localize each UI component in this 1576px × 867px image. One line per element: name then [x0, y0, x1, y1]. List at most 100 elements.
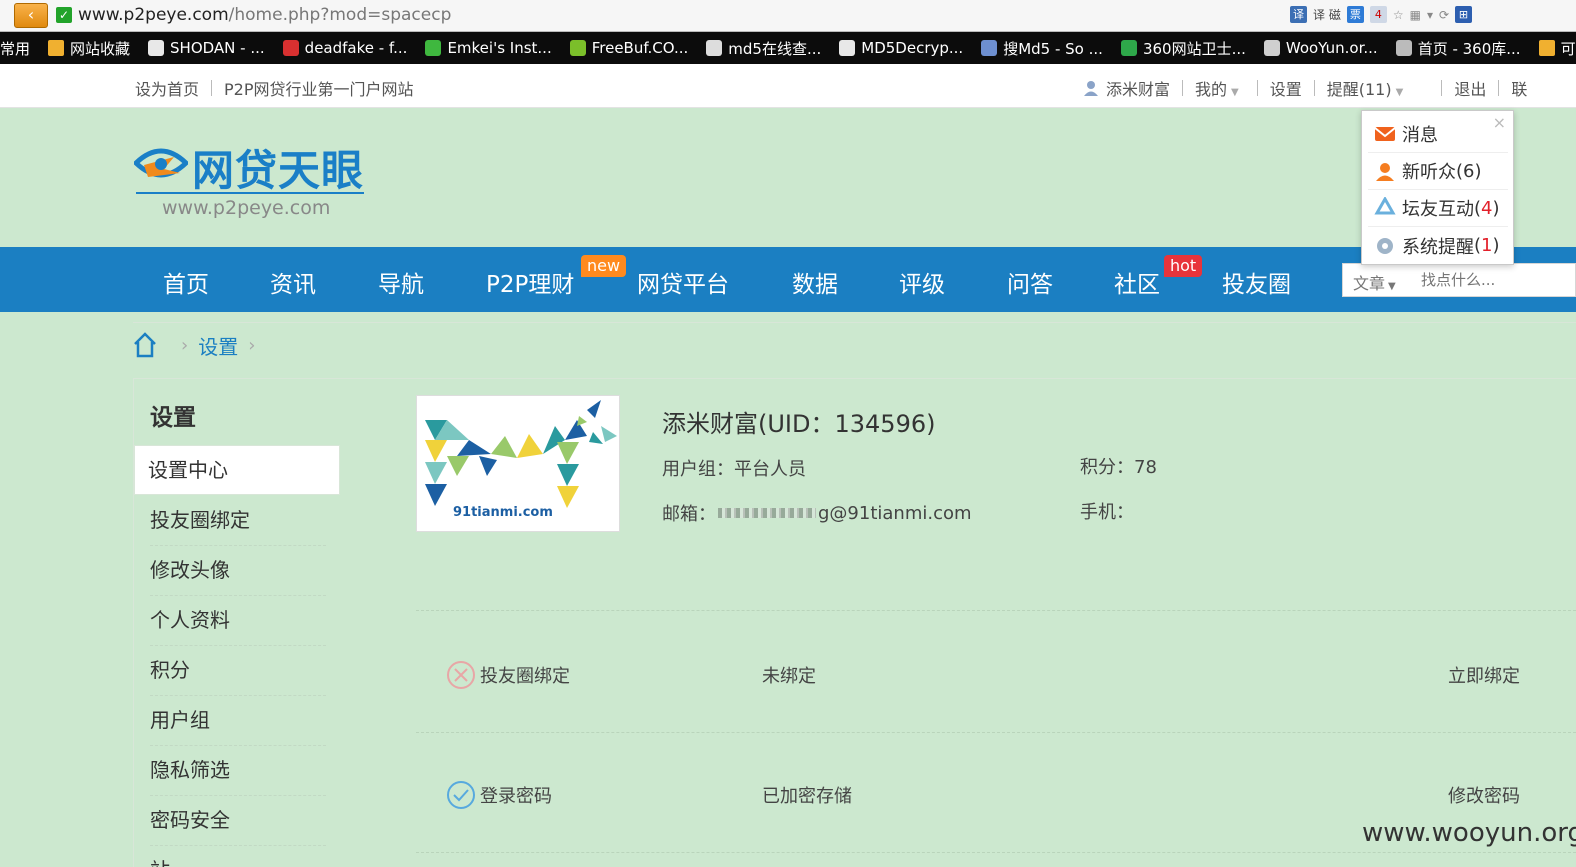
app-icon[interactable]: 票 [1346, 6, 1364, 23]
check-circle-icon [447, 781, 475, 809]
set-home-link[interactable]: 设为首页 [135, 76, 199, 100]
hot-badge: hot [1164, 255, 1203, 277]
mail-icon [1374, 127, 1396, 141]
window-icon[interactable]: 4 [1369, 6, 1387, 23]
bookmark-item[interactable]: WooYun.or... [1263, 39, 1378, 57]
sidebar-item-more[interactable]: 站... [150, 846, 326, 867]
bookmark-label: deadfake - f... [304, 39, 408, 57]
sidebar-item-points[interactable]: 积分 [150, 646, 326, 696]
reminders-menu[interactable]: 提醒(11) ▼ [1327, 76, 1404, 100]
nav-qa[interactable]: 问答 [1007, 265, 1053, 299]
watermark: www.wooyun.org [1362, 818, 1576, 848]
main-nav: 首页 资讯 导航 P2P理财 new 网贷平台 数据 评级 问答 社区 hot … [0, 247, 1576, 312]
url-domain: www.p2peye.com [78, 5, 229, 25]
sidebar-item-avatar[interactable]: 修改头像 [150, 546, 326, 596]
bookmark-label: 360网站卫士... [1142, 39, 1246, 58]
gear-icon [1377, 237, 1393, 254]
bookmark-item[interactable]: Emkei's Inst... [425, 39, 552, 57]
star-icon[interactable]: ☆ [1393, 8, 1404, 22]
system-count: 1 [1481, 235, 1493, 256]
nav-data[interactable]: 数据 [792, 265, 838, 299]
breadcrumb-settings[interactable]: 设置 [198, 331, 238, 360]
bind-now-link[interactable]: 立即绑定 [1448, 662, 1520, 688]
secure-check-icon: ✓ [56, 7, 72, 23]
avatar[interactable]: 91tianmi.com [416, 395, 620, 532]
dropdown-system[interactable]: 系统提醒(1) [1368, 227, 1508, 264]
logo-underline [136, 192, 364, 194]
bookmark-item[interactable]: 可提交 [1538, 38, 1576, 59]
nav-community[interactable]: 社区 [1114, 265, 1160, 299]
bookmark-item[interactable]: md5在线查... [706, 38, 821, 59]
bookmarks-bar: 常用 网站收藏 SHODAN - ... deadfake - f... Emkei's… [0, 32, 1576, 64]
email-label: 邮箱： [662, 504, 716, 525]
settings-sidebar: 设置 设置中心 投友圈绑定 修改头像 个人资料 积分 用户组 隐私筛选 密码安全… [133, 378, 341, 867]
divider [1182, 80, 1184, 96]
dropdown-forum[interactable]: 坛友互动(4) [1368, 190, 1508, 227]
home-icon[interactable] [133, 332, 157, 358]
mine-menu[interactable]: 我的 ▼ [1195, 76, 1239, 100]
nav-guide[interactable]: 导航 [378, 265, 424, 299]
breadcrumb: › 设置 › [133, 323, 265, 367]
nav-platforms[interactable]: 网贷平台 [637, 265, 729, 299]
bookmark-item[interactable]: 首页 - 360库... [1395, 38, 1521, 59]
divider [211, 80, 213, 96]
bookmark-item[interactable]: MD5Decryp... [839, 39, 963, 57]
browser-url-bar: ‹ ✓ www.p2peye.com/home.php?mod=spacecp … [0, 0, 1576, 32]
chevron-down-icon[interactable]: ▾ [1427, 8, 1433, 22]
forum-label: 坛友互动 [1402, 199, 1474, 220]
security-item-status: 已加密存储 [762, 786, 852, 807]
bookmark-label: md5在线查... [728, 39, 822, 58]
grid-icon [706, 40, 723, 56]
bookmark-label: MD5Decryp... [861, 39, 964, 57]
address-input[interactable]: www.p2peye.com/home.php?mod=spacecp [78, 5, 451, 25]
search-engine-icon[interactable]: ⊞ [1455, 6, 1473, 23]
security-item-label: 投友圈绑定 [480, 666, 570, 687]
url-path: /home.php?mod=spacecp [228, 5, 452, 25]
nav-p2p-finance[interactable]: P2P理财 [486, 265, 574, 299]
bookmark-item[interactable]: FreeBuf.CO... [569, 39, 688, 57]
bookmark-item[interactable]: 360网站卫士... [1120, 38, 1246, 59]
bookmark-item[interactable]: 常用 [0, 38, 30, 59]
profile-points: 积分：78 [1080, 457, 1157, 478]
page-icon [839, 40, 856, 56]
refresh-icon[interactable]: ⟳ [1439, 8, 1449, 22]
avatar-text: 91tianmi.com [453, 505, 553, 520]
dropdown-messages[interactable]: 消息 [1368, 116, 1508, 153]
bookmark-item[interactable]: 网站收藏 [48, 38, 130, 59]
sidebar-item-settings-center[interactable]: 设置中心 [148, 446, 324, 496]
bookmark-item[interactable]: SHODAN - ... [148, 39, 265, 57]
sidebar-item-friends-binding[interactable]: 投友圈绑定 [150, 496, 326, 546]
contact-link[interactable]: 联 [1511, 76, 1527, 100]
bookmark-item[interactable]: 搜Md5 - So ... [981, 38, 1103, 59]
bookmark-item[interactable]: deadfake - f... [282, 39, 408, 57]
bookmark-label: 可提交 [1560, 39, 1576, 58]
site-top-bar: 设为首页 P2P网贷行业第一门户网站 添米财富 我的 ▼ 设置 提醒(11) ▼ 退… [0, 64, 1576, 108]
profile-email: 邮箱： g@91tianmi.com [662, 500, 972, 526]
dropdown-followers[interactable]: 新听众 (6) [1368, 153, 1508, 190]
nav-friends-circle[interactable]: 投友圈 [1222, 265, 1291, 299]
search-input[interactable] [1421, 268, 1571, 292]
toolbar-text: 译 磁 [1313, 8, 1341, 22]
chevron-down-icon: ▼ [1231, 87, 1239, 98]
back-button[interactable]: ‹ [14, 3, 48, 28]
sidebar-item-password[interactable]: 密码安全 [150, 796, 326, 846]
site-logo[interactable]: 网贷天眼 www.p2peye.com [134, 135, 374, 225]
sidebar-item-profile[interactable]: 个人资料 [150, 596, 326, 646]
section-divider [416, 852, 1576, 853]
change-password-link[interactable]: 修改密码 [1448, 782, 1520, 808]
sidebar-item-usergroup[interactable]: 用户组 [150, 696, 326, 746]
nav-rating[interactable]: 评级 [899, 265, 945, 299]
sidebar-item-privacy[interactable]: 隐私筛选 [150, 746, 326, 796]
logout-link[interactable]: 退出 [1454, 76, 1486, 100]
translate-icon[interactable]: 译 [1290, 6, 1307, 23]
nav-news[interactable]: 资讯 [270, 265, 316, 299]
browser-toolbar: 译 译 磁 票 4 ☆ ▦ ▾ ⟳ ⊞ [1290, 6, 1473, 23]
username-link[interactable]: 添米财富 [1106, 76, 1170, 100]
search-type-select[interactable]: 文章 ▼ [1353, 270, 1396, 294]
settings-link[interactable]: 设置 [1270, 76, 1302, 100]
nav-home[interactable]: 首页 [163, 265, 209, 299]
bookmark-label: Emkei's Inst... [447, 39, 552, 57]
person-icon [1376, 163, 1394, 181]
qr-icon[interactable]: ▦ [1410, 8, 1421, 22]
user-icon [1084, 81, 1098, 96]
